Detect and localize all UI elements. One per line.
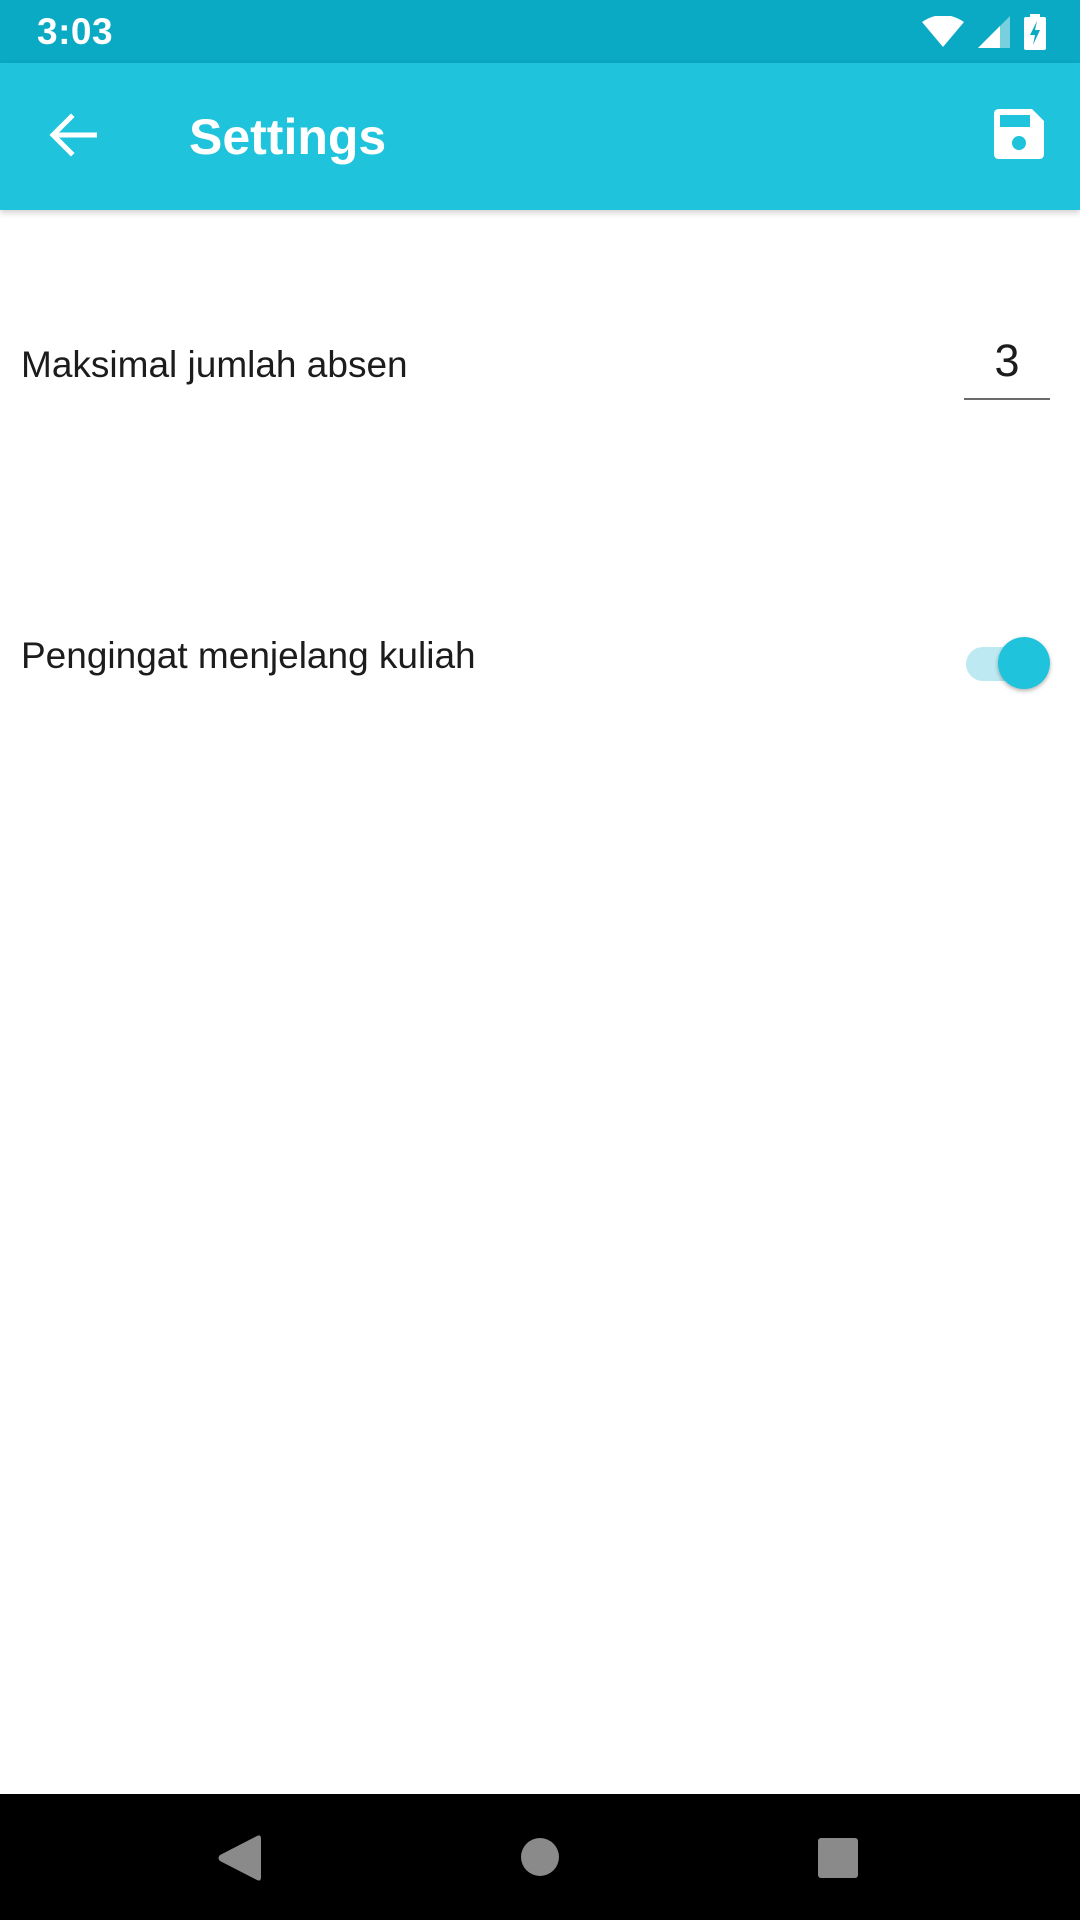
arrow-back-icon [49,112,98,162]
page-title: Settings [189,109,387,165]
toggle-thumb [998,637,1050,689]
class-reminder-toggle[interactable] [966,631,1052,689]
status-time: 3:03 [37,11,114,52]
class-reminder-label: Pengingat menjelang kuliah [21,635,476,676]
nav-recents-icon[interactable] [818,1838,858,1878]
floppy-disk-save-icon [994,108,1044,164]
back-button[interactable] [36,100,110,174]
system-nav-bar [0,1794,1080,1920]
nav-back-icon[interactable] [217,1834,261,1882]
max-absences-field [964,328,1050,400]
save-button[interactable] [982,99,1056,173]
max-absences-label: Maksimal jumlah absen [21,344,408,385]
cell-signal-icon [978,16,1010,48]
nav-home-icon[interactable] [520,1837,560,1877]
app-bar: Settings [0,63,1080,210]
wifi-icon [922,16,964,48]
status-bar: 3:03 [0,0,1080,63]
setting-max-absences: Maksimal jumlah absen [0,270,1080,400]
setting-class-reminder: Pengingat menjelang kuliah [0,410,1080,689]
battery-charging-icon [1024,14,1046,50]
status-icons [922,12,1046,52]
settings-screen: 3:03 Settings Maksimal jumlah absen 3 Pe… [0,0,1080,1920]
max-absences-input[interactable] [964,328,1050,394]
